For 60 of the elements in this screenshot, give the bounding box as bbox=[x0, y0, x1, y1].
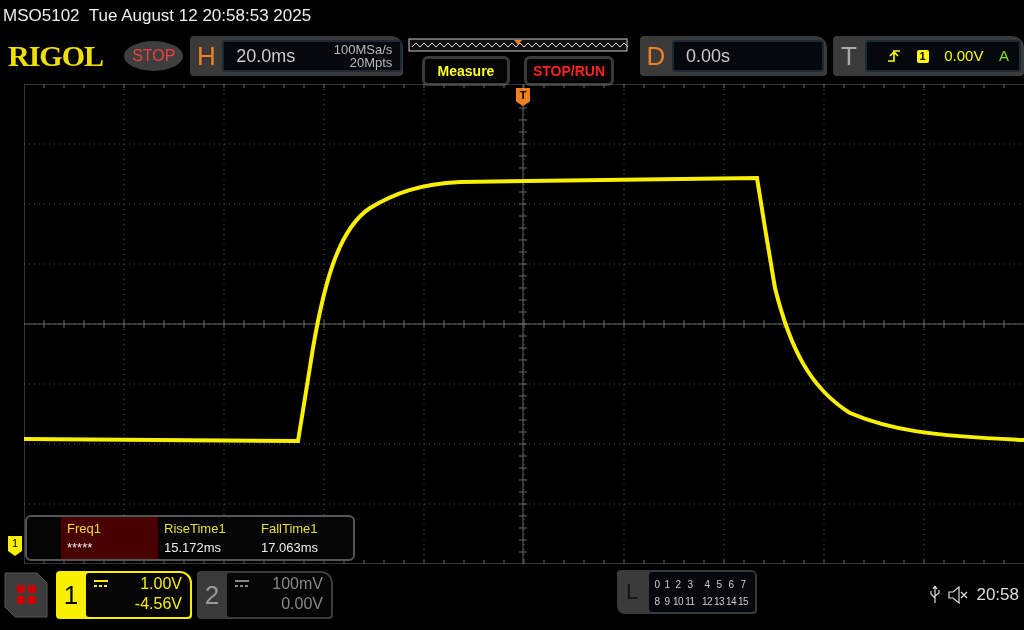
logic-channel-number: 6 bbox=[727, 578, 735, 592]
logic-channel-number: 5 bbox=[715, 578, 723, 592]
logic-channel-number: 11 bbox=[684, 595, 696, 609]
channel-offset: 0.00V bbox=[280, 594, 323, 614]
logic-channel-number: 2 bbox=[674, 578, 682, 592]
rising-edge-icon bbox=[887, 49, 901, 63]
toolbar-button[interactable]: STOP/RUN bbox=[523, 56, 614, 86]
logic-channel-number: 4 bbox=[703, 578, 711, 592]
clock-time: 20:58 bbox=[976, 584, 1019, 606]
toolbar-button[interactable]: Measure bbox=[421, 56, 510, 86]
logic-channel-number: 0 bbox=[653, 578, 661, 592]
delay-panel[interactable]: D 0.00s bbox=[639, 36, 827, 76]
mute-icon bbox=[948, 585, 969, 604]
channel-marker: 1 bbox=[8, 536, 22, 556]
measurement-item[interactable]: RiseTime1 15.172ms bbox=[158, 517, 255, 559]
dc-coupling-icon bbox=[235, 579, 249, 589]
trigger-source: 1 bbox=[916, 49, 929, 63]
trigger-label: T bbox=[840, 39, 858, 73]
trigger-panel[interactable]: T 1 0.00V A bbox=[833, 36, 1024, 76]
channel-number: 1 bbox=[62, 579, 80, 612]
usb-icon bbox=[930, 585, 941, 604]
logic-channel-number: 15 bbox=[737, 595, 749, 609]
trigger-mode: A bbox=[999, 45, 1009, 66]
sample-rate: 100MSa/s bbox=[333, 43, 393, 56]
channel-panel[interactable]: 2 100mV 0.00V bbox=[197, 571, 333, 619]
logic-channel-number: 3 bbox=[686, 578, 694, 592]
status-title: MSO5102 Tue August 12 20:58:53 2025 bbox=[2, 5, 313, 27]
channel-number: 2 bbox=[203, 579, 221, 612]
logic-channel-number: 1 bbox=[663, 578, 671, 592]
run-state-indicator: STOP bbox=[124, 41, 184, 71]
delay-value: 0.00s bbox=[685, 44, 730, 68]
logic-channel-number: 12 bbox=[701, 595, 713, 609]
channel-scale: 1.00V bbox=[140, 574, 182, 594]
measurement-item[interactable]: FallTime1 17.063ms bbox=[255, 517, 352, 559]
logic-channel-number: 13 bbox=[713, 595, 725, 609]
measurement-item[interactable]: Freq1 ***** bbox=[61, 517, 158, 559]
timebase-value: 20.0ms bbox=[236, 44, 296, 68]
measurement-value: ***** bbox=[67, 539, 94, 557]
channel-scale: 100mV bbox=[272, 574, 323, 594]
brand-logo: RIGOL bbox=[8, 41, 105, 74]
measurement-value: 17.063ms bbox=[261, 539, 320, 557]
menu-button[interactable] bbox=[3, 571, 49, 619]
logic-channel-number: 8 bbox=[653, 595, 661, 609]
delay-label: D bbox=[645, 39, 667, 73]
horizontal-label: H bbox=[195, 39, 217, 73]
trigger-position-marker: T bbox=[516, 88, 530, 106]
channel-panel[interactable]: 1 1.00V -4.56V bbox=[56, 571, 192, 619]
measurement-name: FallTime1 bbox=[261, 520, 319, 538]
measurement-value: 15.172ms bbox=[164, 539, 223, 557]
measurement-name: RiseTime1 bbox=[164, 520, 227, 538]
trigger-level: 0.00V bbox=[944, 45, 984, 66]
dc-coupling-icon bbox=[94, 579, 108, 589]
channel-offset: -4.56V bbox=[133, 594, 182, 614]
measurement-name: Freq1 bbox=[67, 520, 102, 538]
logic-channel-number: 7 bbox=[739, 578, 747, 592]
memory-depth: 20Mpts bbox=[348, 56, 393, 69]
logic-channel-number: 9 bbox=[663, 595, 671, 609]
logic-channel-number: 10 bbox=[672, 595, 684, 609]
horizontal-panel[interactable]: H 20.0ms 100MSa/s 20Mpts bbox=[190, 36, 403, 76]
logic-channel-number: 14 bbox=[725, 595, 737, 609]
